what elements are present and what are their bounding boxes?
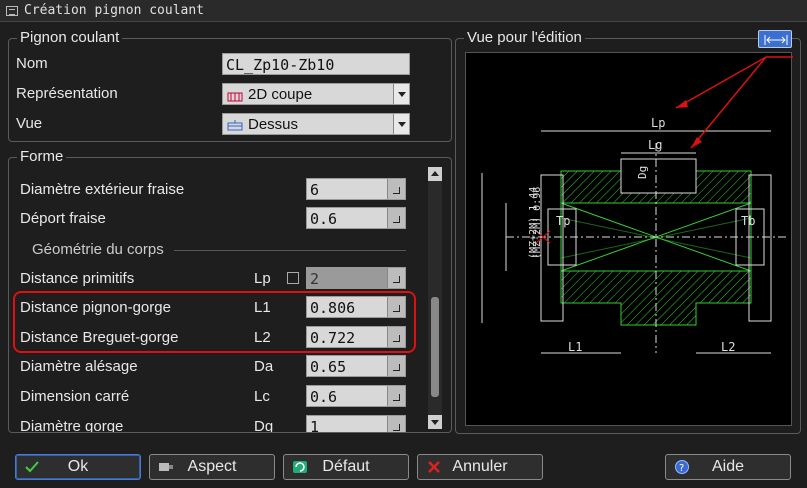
diametre-exterieur-field[interactable]: 6: [306, 178, 406, 200]
diametre-alesage-field[interactable]: 0.65: [306, 355, 406, 377]
annuler-label: Annuler: [452, 458, 508, 475]
lp-checkbox[interactable]: [287, 272, 299, 284]
tp-dim-label: Tp: [556, 214, 570, 228]
lc-symbol: Lc: [254, 388, 270, 405]
inner-dim-label: (MZ-2M) 0.96: [532, 187, 543, 259]
deport-fraise-label: Déport fraise: [20, 210, 106, 227]
dimension-icon: [764, 35, 788, 45]
defaut-label: Défaut: [322, 458, 370, 475]
aide-label: Aide: [711, 458, 745, 475]
da-symbol: Da: [254, 358, 274, 375]
diametre-gorge-field[interactable]: 1: [306, 415, 406, 432]
aspect-icon: [158, 460, 174, 474]
scroll-thumb[interactable]: [431, 297, 439, 397]
title-bar: Création pignon coulant: [0, 0, 807, 22]
aspect-label: Aspect: [187, 458, 237, 475]
scroll-up-button[interactable]: [428, 167, 442, 181]
lg-dim-label: Lg: [648, 138, 662, 152]
deport-fraise-field[interactable]: 0.6: [306, 207, 406, 229]
expand-arrow-icon[interactable]: [387, 386, 405, 406]
help-icon: ?: [674, 460, 690, 474]
nom-field[interactable]: CL_Zp10-Zb10: [222, 53, 410, 75]
field-value: 6: [310, 181, 320, 199]
chevron-down-icon[interactable]: [393, 114, 409, 134]
representation-value: 2D coupe: [248, 85, 313, 103]
app-icon: [6, 5, 18, 16]
section-view-icon: [227, 89, 243, 102]
dg-symbol: Dg: [254, 418, 274, 432]
expand-arrow-icon[interactable]: [387, 179, 405, 199]
vue-value: Dessus: [248, 115, 299, 133]
field-value: 0.6: [310, 388, 338, 406]
chevron-down-icon[interactable]: [393, 84, 409, 104]
field-value: 0.65: [310, 358, 347, 376]
expand-arrow-icon[interactable]: [387, 208, 405, 228]
forme-scrollbar[interactable]: [428, 167, 442, 429]
diametre-alesage-label: Diamètre alésage: [20, 358, 138, 375]
aspect-button[interactable]: Aspect: [149, 454, 275, 480]
refresh-icon: [292, 460, 308, 474]
l2-dim-label: L2: [721, 340, 735, 354]
preview-canvas: Lp Lg Dg Tp Tb L1 L2 (MZ+2M) 1.44 (MZ-2M…: [465, 52, 793, 426]
geometrie-section-label: Géométrie du corps: [32, 241, 164, 258]
diametre-gorge-label: Diamètre gorge: [20, 418, 124, 432]
lp-symbol: Lp: [254, 270, 271, 287]
annuler-button[interactable]: Annuler: [417, 454, 543, 480]
section-divider: [174, 250, 406, 251]
ok-label: Ok: [67, 458, 89, 475]
ok-button[interactable]: Ok: [15, 454, 141, 480]
expand-arrow-icon[interactable]: [387, 268, 405, 288]
preview-group-title: Vue pour l'édition: [464, 29, 585, 46]
vue-select[interactable]: Dessus: [222, 113, 410, 135]
edit-view-button[interactable]: [758, 30, 792, 48]
svg-text:?: ?: [679, 463, 684, 474]
dimension-carre-field[interactable]: 0.6: [306, 385, 406, 407]
clipped-row: Diamètre gorge Dg 1: [14, 410, 430, 432]
distance-primitifs-label: Distance primitifs: [20, 270, 135, 287]
field-value: 0.6: [310, 210, 338, 228]
scroll-down-button[interactable]: [428, 415, 442, 429]
l1-dim-label: L1: [568, 340, 582, 354]
check-icon: [24, 460, 40, 474]
pignon-group-title: Pignon coulant: [17, 29, 123, 46]
vue-label: Vue: [16, 115, 43, 132]
field-value: 1: [310, 418, 320, 432]
lp-dim-label: Lp: [651, 116, 665, 130]
expand-arrow-icon[interactable]: [387, 356, 405, 376]
aide-button[interactable]: ? Aide: [665, 454, 791, 480]
window-title: Création pignon coulant: [24, 3, 205, 18]
top-view-icon: [227, 119, 243, 131]
forme-group-title: Forme: [17, 148, 67, 165]
diametre-exterieur-label: Diamètre extérieur fraise: [20, 181, 185, 198]
nom-value: CL_Zp10-Zb10: [226, 56, 335, 74]
nom-label: Nom: [16, 55, 48, 72]
defaut-button[interactable]: Défaut: [283, 454, 409, 480]
dimension-carre-label: Dimension carré: [20, 388, 130, 405]
representation-label: Représentation: [16, 85, 118, 102]
field-value: 2: [310, 270, 320, 288]
highlight-frame: [13, 291, 416, 353]
tb-dim-label: Tb: [741, 214, 755, 228]
dg-dim-label: Dg: [636, 166, 649, 179]
gear-drawing: Lp Lg Dg Tp Tb L1 L2 (MZ+2M) 1.44 (MZ-2M…: [481, 56, 793, 354]
close-icon: [426, 460, 442, 474]
distance-primitifs-field[interactable]: 2: [306, 267, 406, 289]
expand-arrow-icon[interactable]: [387, 416, 405, 432]
representation-select[interactable]: 2D coupe: [222, 83, 410, 105]
